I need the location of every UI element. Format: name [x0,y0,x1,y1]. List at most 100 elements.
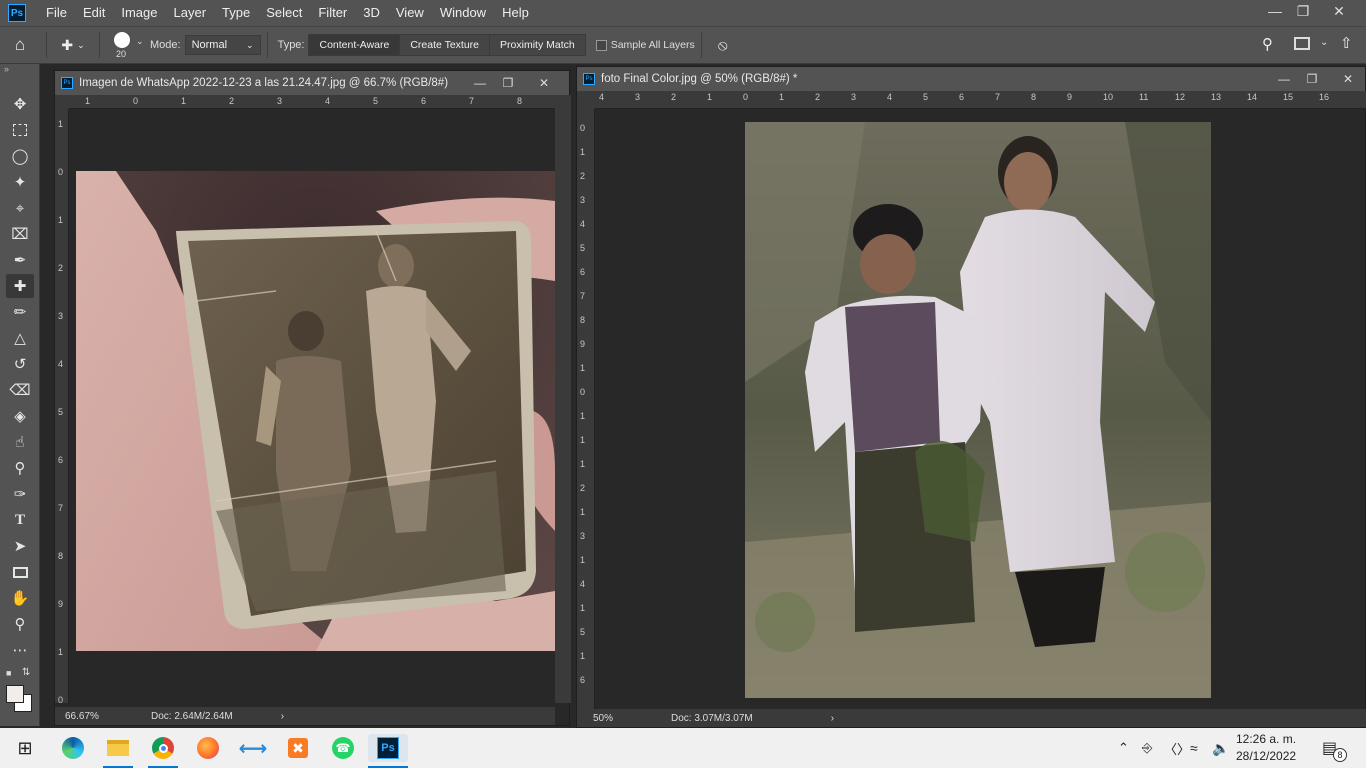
close-icon[interactable]: ✕ [1322,0,1356,22]
clone-stamp-tool-icon[interactable]: △ [6,326,34,350]
chevron-right-icon[interactable]: › [831,713,834,724]
meet-now-icon[interactable]: ⎆ [1142,728,1152,768]
close-icon[interactable]: ✕ [531,71,557,95]
swap-colors-icon[interactable]: ⇅ [22,667,30,678]
type-proximity-match-button[interactable]: Proximity Match [490,35,585,55]
ruler-tick-label: 15 [1283,92,1294,102]
hand-tool-icon[interactable]: ✋ [6,586,34,610]
clock[interactable]: 12:26 a. m. 28/12/2022 [1236,728,1296,768]
diffraction-brush-icon[interactable]: ⦸ [708,37,738,54]
rectangle-tool-icon[interactable] [6,560,34,584]
lasso-tool-icon[interactable]: ◯ [6,144,34,168]
eyedropper-tool-icon[interactable]: ✒ [6,248,34,272]
restore-icon[interactable]: ❐ [1286,0,1320,22]
mode-select[interactable]: Normal ⌄ [184,35,261,55]
history-brush-tool-icon[interactable]: ↺ [6,352,34,376]
magic-wand-tool-icon[interactable]: ✦ [6,170,34,194]
ruler-tick-label: 6 [421,96,427,106]
zoom-level[interactable]: 50% [593,713,671,724]
image-canvas[interactable] [76,171,555,651]
xampp-icon[interactable]: ✖ [283,734,313,762]
ruler-tick-label: 0 [580,123,586,133]
photoshop-taskbar-icon[interactable]: Ps [368,734,408,762]
horizontal-ruler[interactable]: 4 3 2 1 0 1 2 3 4 5 6 7 8 9 10 11 12 13 14 15 16 [595,91,1366,109]
show-hidden-icons[interactable]: ⌃ [1118,728,1129,768]
separator [46,32,47,58]
menu-view[interactable]: View [388,0,432,26]
frame-tool-icon[interactable]: ⌧ [6,222,34,246]
notification-center-icon[interactable]: ▤ [1322,728,1337,768]
type-tool-icon[interactable]: T [6,508,34,532]
foreground-color-swatch[interactable] [6,685,24,703]
menu-select[interactable]: Select [258,0,310,26]
move-tool-icon[interactable]: ✥ [6,92,34,116]
restore-icon[interactable]: ❐ [1299,67,1325,91]
volume-icon[interactable]: 🔈 [1212,728,1229,768]
chevron-down-icon[interactable]: ⌄ [1320,37,1328,48]
document-window-left[interactable]: Ps Imagen de WhatsApp 2022-12-23 a las 2… [54,70,571,726]
zoom-tool-icon[interactable]: ⚲ [6,612,34,636]
menu-layer[interactable]: Layer [166,0,215,26]
document-title-bar[interactable]: Ps Imagen de WhatsApp 2022-12-23 a las 2… [55,71,569,95]
minimize-icon[interactable]: — [1271,67,1297,91]
close-icon[interactable]: ✕ [1335,67,1361,91]
vscode-icon[interactable]: ⟷ [238,734,268,762]
ruler-tick-label: 4 [58,359,64,369]
menu-edit[interactable]: Edit [75,0,113,26]
horizontal-ruler[interactable]: 10123456789 [69,95,555,109]
path-selection-tool-icon[interactable]: ➤ [6,534,34,558]
default-colors-icon[interactable]: ■ [6,668,11,678]
vertical-ruler[interactable]: 012345678910111213141516 [577,109,595,709]
menu-filter[interactable]: Filter [310,0,355,26]
ruler-tick-label: 3 [851,92,857,102]
notification-count-badge: 8 [1333,748,1347,762]
healing-brush-tool-icon[interactable]: ✚ [6,274,34,298]
menu-file[interactable]: File [38,0,75,26]
restore-icon[interactable]: ❐ [495,71,521,95]
whatsapp-icon[interactable]: ☎ [328,734,358,762]
menu-3d[interactable]: 3D [355,0,388,26]
paint-bucket-tool-icon[interactable]: ◈ [6,404,34,428]
collapse-icon[interactable]: » [4,64,9,74]
dodge-tool-icon[interactable]: ⚲ [6,456,34,480]
file-explorer-icon[interactable] [103,734,133,762]
menu-help[interactable]: Help [494,0,537,26]
crop-tool-icon[interactable]: ⌖ [6,196,34,220]
chevron-right-icon[interactable]: › [281,711,284,722]
image-canvas[interactable] [745,122,1211,698]
type-content-aware-button[interactable]: Content-Aware [309,35,401,55]
type-create-texture-button[interactable]: Create Texture [400,35,491,55]
chrome-browser-icon[interactable] [148,734,178,762]
document-window-right[interactable]: Ps foto Final Color.jpg @ 50% (RGB/8#) *… [576,66,1366,728]
eraser-tool-icon[interactable]: ⌫ [6,378,34,402]
home-icon[interactable]: ⌂ [0,26,40,64]
ruler-tick-label: 5 [58,407,64,417]
firefox-browser-icon[interactable] [193,734,223,762]
vertical-scrollbar[interactable] [555,95,571,703]
document-title-bar[interactable]: Ps foto Final Color.jpg @ 50% (RGB/8#) *… [577,67,1365,91]
brush-tool-icon[interactable]: ✏ [6,300,34,324]
sample-all-layers-checkbox[interactable] [595,39,607,51]
zoom-level[interactable]: 66.67% [65,711,145,722]
pen-tool-icon[interactable]: ✑ [6,482,34,506]
menu-type[interactable]: Type [214,0,258,26]
workspace-icon[interactable] [1294,37,1310,50]
sample-all-layers-option[interactable]: Sample All Layers [595,39,695,51]
healing-brush-tool-preset-icon[interactable]: ✚ ⌄ [53,37,93,54]
menu-image[interactable]: Image [113,0,165,26]
smudge-tool-icon[interactable]: ☝ [6,430,34,454]
share-icon[interactable]: ⇧ [1340,34,1353,52]
ruler-tick-label: 4 [887,92,893,102]
minimize-icon[interactable]: — [467,71,493,95]
search-icon[interactable]: ⚲ [1262,35,1273,53]
wifi-icon[interactable]: ≈ [1190,728,1198,768]
brush-preset-picker[interactable]: 20 ⌄ [106,26,146,64]
menu-window[interactable]: Window [432,0,494,26]
language-icon[interactable]: 〈〉 [1164,728,1190,768]
vertical-ruler[interactable]: 1012345678910 [55,109,69,703]
marquee-tool-icon[interactable] [6,118,34,142]
more-tools-icon[interactable]: ⋯ [6,638,34,662]
windows-start-icon[interactable]: ⊞ [10,734,40,762]
separator [266,32,268,58]
edge-browser-icon[interactable] [58,734,88,762]
